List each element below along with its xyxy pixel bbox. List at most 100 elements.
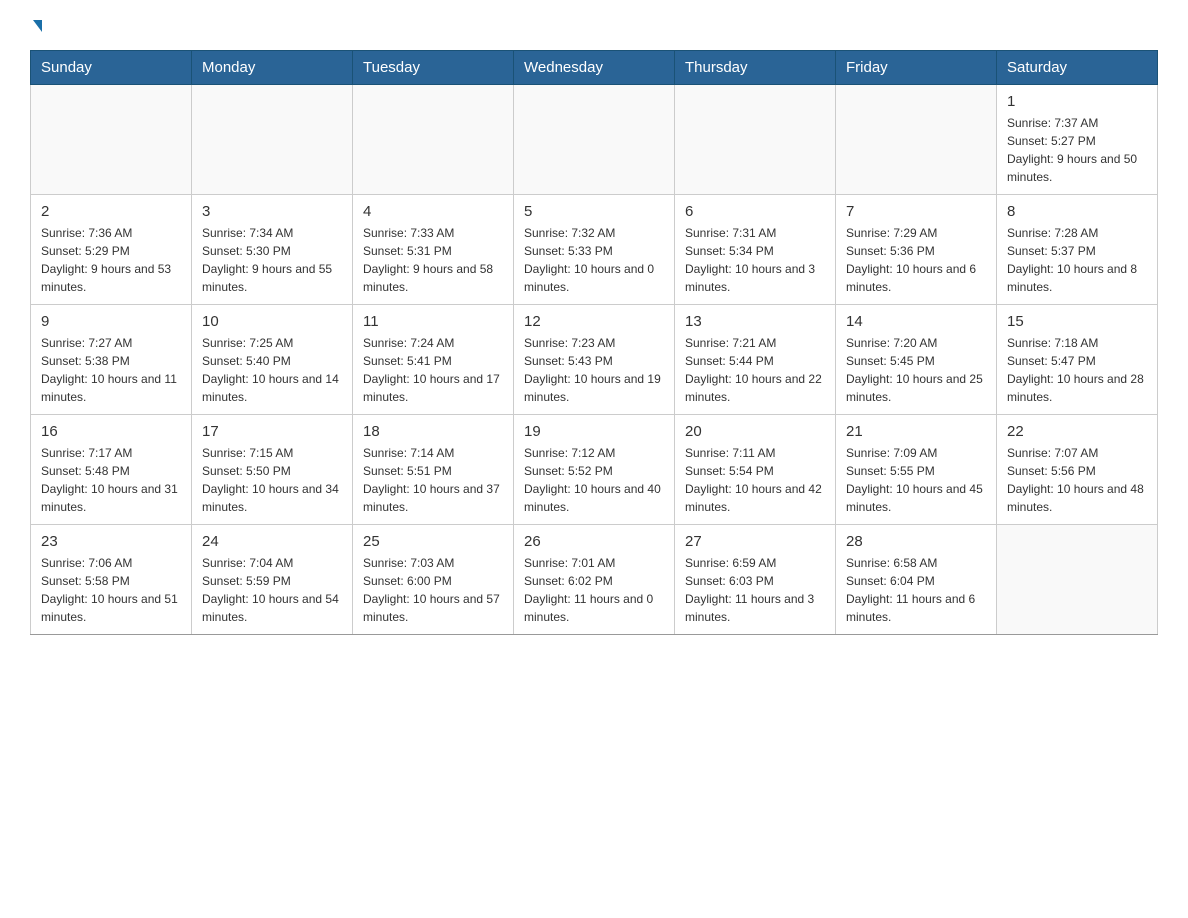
table-row: 27Sunrise: 6:59 AM Sunset: 6:03 PM Dayli… [675, 525, 836, 635]
day-number: 8 [1007, 203, 1147, 220]
day-info: Sunrise: 7:25 AM Sunset: 5:40 PM Dayligh… [202, 334, 342, 406]
calendar-week-row: 1 Sunrise: 7:37 AM Sunset: 5:27 PM Daylig… [31, 85, 1158, 195]
day-info: Sunrise: 7:03 AM Sunset: 6:00 PM Dayligh… [363, 554, 503, 626]
table-row [675, 85, 836, 195]
table-row: 18 Sunrise: 7:14 AM Sunset: 5:51 PM Dayli… [353, 415, 514, 525]
day-info: Sunrise: 7:11 AM Sunset: 5:54 PM Dayligh… [685, 444, 825, 516]
col-sunday: Sunday [31, 51, 192, 85]
day-number: 6 [685, 203, 825, 220]
table-row: 22 Sunrise: 7:07 AM Sunset: 5:56 PM Dayli… [997, 415, 1158, 525]
table-row: 7 Sunrise: 7:29 AM Sunset: 5:36 PM Daylig… [836, 195, 997, 305]
col-thursday: Thursday [675, 51, 836, 85]
col-monday: Monday [192, 51, 353, 85]
day-info: Sunrise: 7:07 AM Sunset: 5:56 PM Dayligh… [1007, 444, 1147, 516]
day-info: Sunrise: 7:36 AM Sunset: 5:29 PM Dayligh… [41, 224, 181, 296]
day-number: 16 [41, 423, 181, 440]
day-info: Sunrise: 7:28 AM Sunset: 5:37 PM Dayligh… [1007, 224, 1147, 296]
table-row: 17Sunrise: 7:15 AM Sunset: 5:50 PM Dayli… [192, 415, 353, 525]
table-row [836, 85, 997, 195]
day-number: 27 [685, 533, 825, 550]
table-row [353, 85, 514, 195]
day-number: 11 [363, 313, 503, 330]
day-number: 9 [41, 313, 181, 330]
table-row: 12 Sunrise: 7:23 AM Sunset: 5:43 PM Dayli… [514, 305, 675, 415]
table-row: 20 Sunrise: 7:11 AM Sunset: 5:54 PM Dayli… [675, 415, 836, 525]
table-row: 19 Sunrise: 7:12 AM Sunset: 5:52 PM Dayli… [514, 415, 675, 525]
day-number: 5 [524, 203, 664, 220]
day-info: Sunrise: 7:09 AM Sunset: 5:55 PM Dayligh… [846, 444, 986, 516]
table-row [514, 85, 675, 195]
calendar-table: Sunday Monday Tuesday Wednesday Thursday… [30, 50, 1158, 635]
table-row [31, 85, 192, 195]
calendar-header-row: Sunday Monday Tuesday Wednesday Thursday… [31, 51, 1158, 85]
table-row: 10 Sunrise: 7:25 AM Sunset: 5:40 PM Dayli… [192, 305, 353, 415]
day-number: 26 [524, 533, 664, 550]
logo [30, 20, 42, 34]
day-number: 19 [524, 423, 664, 440]
table-row: 14 Sunrise: 7:20 AM Sunset: 5:45 PM Dayli… [836, 305, 997, 415]
calendar-week-row: 2 Sunrise: 7:36 AM Sunset: 5:29 PM Daylig… [31, 195, 1158, 305]
table-row: 25Sunrise: 7:03 AM Sunset: 6:00 PM Dayli… [353, 525, 514, 635]
table-row: 28 Sunrise: 6:58 AM Sunset: 6:04 PM Dayli… [836, 525, 997, 635]
table-row: 3Sunrise: 7:34 AM Sunset: 5:30 PM Daylig… [192, 195, 353, 305]
day-number: 15 [1007, 313, 1147, 330]
table-row: 23Sunrise: 7:06 AM Sunset: 5:58 PM Dayli… [31, 525, 192, 635]
col-friday: Friday [836, 51, 997, 85]
day-number: 28 [846, 533, 986, 550]
day-info: Sunrise: 7:34 AM Sunset: 5:30 PM Dayligh… [202, 224, 342, 296]
table-row: 15 Sunrise: 7:18 AM Sunset: 5:47 PM Dayli… [997, 305, 1158, 415]
table-row [997, 525, 1158, 635]
day-info: Sunrise: 7:32 AM Sunset: 5:33 PM Dayligh… [524, 224, 664, 296]
day-number: 10 [202, 313, 342, 330]
table-row [192, 85, 353, 195]
day-info: Sunrise: 6:58 AM Sunset: 6:04 PM Dayligh… [846, 554, 986, 626]
day-number: 2 [41, 203, 181, 220]
day-number: 13 [685, 313, 825, 330]
day-info: Sunrise: 7:33 AM Sunset: 5:31 PM Dayligh… [363, 224, 503, 296]
day-number: 18 [363, 423, 503, 440]
day-info: Sunrise: 7:12 AM Sunset: 5:52 PM Dayligh… [524, 444, 664, 516]
table-row: 1 Sunrise: 7:37 AM Sunset: 5:27 PM Daylig… [997, 85, 1158, 195]
day-info: Sunrise: 7:20 AM Sunset: 5:45 PM Dayligh… [846, 334, 986, 406]
day-info: Sunrise: 7:01 AM Sunset: 6:02 PM Dayligh… [524, 554, 664, 626]
day-number: 14 [846, 313, 986, 330]
day-info: Sunrise: 7:14 AM Sunset: 5:51 PM Dayligh… [363, 444, 503, 516]
calendar-week-row: 23Sunrise: 7:06 AM Sunset: 5:58 PM Dayli… [31, 525, 1158, 635]
col-tuesday: Tuesday [353, 51, 514, 85]
col-saturday: Saturday [997, 51, 1158, 85]
day-number: 17 [202, 423, 342, 440]
day-info: Sunrise: 7:27 AM Sunset: 5:38 PM Dayligh… [41, 334, 181, 406]
day-number: 4 [363, 203, 503, 220]
table-row: 5 Sunrise: 7:32 AM Sunset: 5:33 PM Daylig… [514, 195, 675, 305]
table-row: 24 Sunrise: 7:04 AM Sunset: 5:59 PM Dayli… [192, 525, 353, 635]
calendar-week-row: 16 Sunrise: 7:17 AM Sunset: 5:48 PM Dayli… [31, 415, 1158, 525]
table-row: 16 Sunrise: 7:17 AM Sunset: 5:48 PM Dayli… [31, 415, 192, 525]
day-info: Sunrise: 7:23 AM Sunset: 5:43 PM Dayligh… [524, 334, 664, 406]
day-number: 20 [685, 423, 825, 440]
table-row: 4 Sunrise: 7:33 AM Sunset: 5:31 PM Daylig… [353, 195, 514, 305]
table-row: 13 Sunrise: 7:21 AM Sunset: 5:44 PM Dayli… [675, 305, 836, 415]
day-info: Sunrise: 7:37 AM Sunset: 5:27 PM Dayligh… [1007, 114, 1147, 186]
day-number: 21 [846, 423, 986, 440]
day-number: 22 [1007, 423, 1147, 440]
day-info: Sunrise: 7:29 AM Sunset: 5:36 PM Dayligh… [846, 224, 986, 296]
day-number: 12 [524, 313, 664, 330]
day-info: Sunrise: 7:18 AM Sunset: 5:47 PM Dayligh… [1007, 334, 1147, 406]
day-number: 23 [41, 533, 181, 550]
day-info: Sunrise: 7:24 AM Sunset: 5:41 PM Dayligh… [363, 334, 503, 406]
day-info: Sunrise: 7:17 AM Sunset: 5:48 PM Dayligh… [41, 444, 181, 516]
table-row: 21 Sunrise: 7:09 AM Sunset: 5:55 PM Dayli… [836, 415, 997, 525]
day-info: Sunrise: 7:21 AM Sunset: 5:44 PM Dayligh… [685, 334, 825, 406]
table-row: 8 Sunrise: 7:28 AM Sunset: 5:37 PM Daylig… [997, 195, 1158, 305]
day-number: 7 [846, 203, 986, 220]
calendar-week-row: 9 Sunrise: 7:27 AM Sunset: 5:38 PM Daylig… [31, 305, 1158, 415]
day-info: Sunrise: 7:31 AM Sunset: 5:34 PM Dayligh… [685, 224, 825, 296]
table-row: 11 Sunrise: 7:24 AM Sunset: 5:41 PM Dayli… [353, 305, 514, 415]
table-row: 6 Sunrise: 7:31 AM Sunset: 5:34 PM Daylig… [675, 195, 836, 305]
day-number: 1 [1007, 93, 1147, 110]
col-wednesday: Wednesday [514, 51, 675, 85]
table-row: 9 Sunrise: 7:27 AM Sunset: 5:38 PM Daylig… [31, 305, 192, 415]
page-header [30, 20, 1158, 34]
day-number: 24 [202, 533, 342, 550]
day-info: Sunrise: 7:04 AM Sunset: 5:59 PM Dayligh… [202, 554, 342, 626]
